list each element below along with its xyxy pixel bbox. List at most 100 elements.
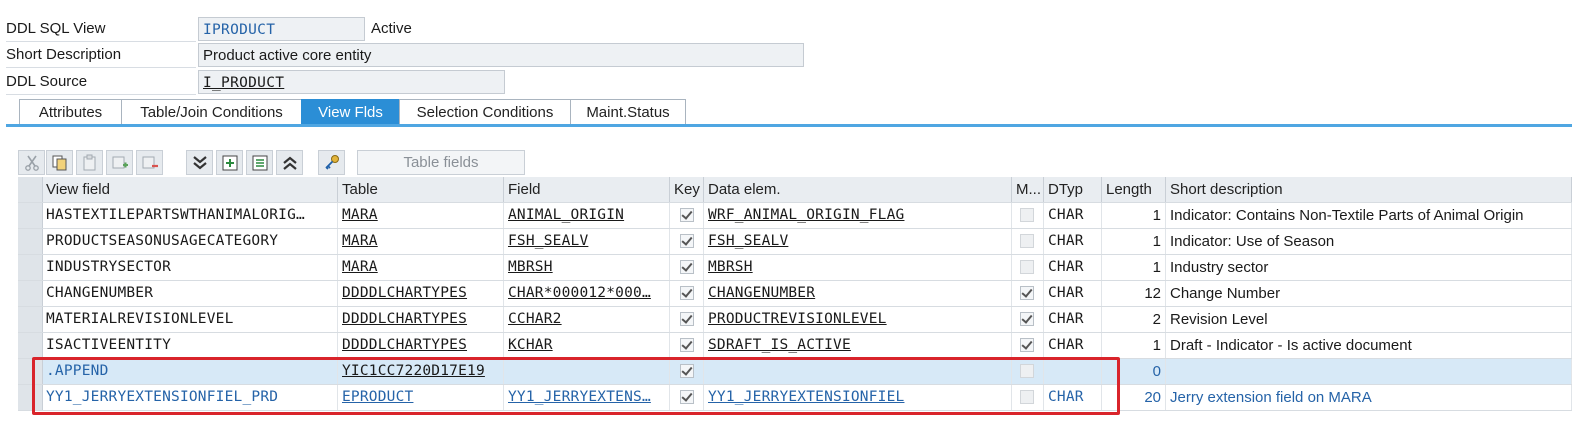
cell-view-field[interactable]: MATERIALREVISIONLEVEL bbox=[42, 307, 338, 332]
table-row[interactable]: CHANGENUMBER DDDDLCHARTYPES CHAR*000012*00… bbox=[18, 281, 1572, 307]
cell-table[interactable]: MARA bbox=[338, 203, 504, 228]
field-link[interactable]: CCHAR2 bbox=[508, 311, 562, 327]
cell-key bbox=[670, 281, 704, 306]
table-link[interactable]: MARA bbox=[342, 207, 378, 223]
cell-data-element[interactable]: WRF_ANIMAL_ORIGIN_FLAG bbox=[704, 203, 1012, 228]
cell-view-field[interactable]: CHANGENUMBER bbox=[42, 281, 338, 306]
cut-icon[interactable] bbox=[18, 150, 45, 175]
select-all-cell[interactable] bbox=[18, 177, 43, 202]
key-checkbox[interactable] bbox=[680, 286, 694, 300]
table-link[interactable]: DDDDLCHARTYPES bbox=[342, 311, 467, 327]
key-checkbox[interactable] bbox=[680, 312, 694, 326]
col-key[interactable]: Key bbox=[670, 177, 704, 202]
table-fields-button[interactable]: Table fields bbox=[357, 150, 525, 175]
table-row[interactable]: MATERIALREVISIONLEVEL DDDDLCHARTYPES CCHAR… bbox=[18, 307, 1572, 333]
copy-icon[interactable] bbox=[46, 150, 73, 175]
table-link[interactable]: MARA bbox=[342, 259, 378, 275]
field-link[interactable]: CHAR*000012*000… bbox=[508, 285, 651, 301]
cell-field[interactable]: FSH_SEALV bbox=[504, 229, 670, 254]
mandatory-checkbox[interactable] bbox=[1020, 338, 1034, 352]
cell-data-element[interactable]: FSH_SEALV bbox=[704, 229, 1012, 254]
row-selector[interactable] bbox=[18, 255, 43, 280]
cell-field[interactable]: KCHAR bbox=[504, 333, 670, 358]
cell-table[interactable]: MARA bbox=[338, 229, 504, 254]
collapse-all-icon[interactable] bbox=[186, 150, 213, 175]
key-icon[interactable] bbox=[318, 150, 345, 175]
delete-row-icon[interactable] bbox=[136, 150, 163, 175]
tab-attributes[interactable]: Attributes bbox=[19, 99, 122, 125]
table-row[interactable]: PRODUCTSEASONUSAGECATEGORY MARA FSH_SEALV F… bbox=[18, 229, 1572, 255]
col-dtyp[interactable]: DTyp bbox=[1044, 177, 1102, 202]
cell-field[interactable]: ANIMAL_ORIGIN bbox=[504, 203, 670, 228]
field-link[interactable]: KCHAR bbox=[508, 337, 553, 353]
key-checkbox[interactable] bbox=[680, 208, 694, 222]
mandatory-checkbox[interactable] bbox=[1020, 260, 1034, 274]
row-selector[interactable] bbox=[18, 281, 43, 306]
tab-maint-status[interactable]: Maint.Status bbox=[570, 99, 686, 125]
cell-table[interactable]: DDDDLCHARTYPES bbox=[338, 281, 504, 306]
data-element-link[interactable]: MBRSH bbox=[708, 259, 753, 275]
cell-view-field[interactable]: INDUSTRYSECTOR bbox=[42, 255, 338, 280]
tab-selection-conditions[interactable]: Selection Conditions bbox=[399, 99, 571, 125]
key-checkbox[interactable] bbox=[680, 234, 694, 248]
mandatory-checkbox[interactable] bbox=[1020, 286, 1034, 300]
table-link[interactable]: DDDDLCHARTYPES bbox=[342, 285, 467, 301]
cell-view-field[interactable]: HASTEXTILEPARTSWTHANIMALORIG… bbox=[42, 203, 338, 228]
table-row[interactable]: HASTEXTILEPARTSWTHANIMALORIG… MARA ANIMAL_… bbox=[18, 203, 1572, 229]
data-element-link[interactable]: CHANGENUMBER bbox=[708, 285, 815, 301]
table-link[interactable]: MARA bbox=[342, 233, 378, 249]
table-link[interactable]: DDDDLCHARTYPES bbox=[342, 337, 467, 353]
key-checkbox[interactable] bbox=[680, 260, 694, 274]
cell-data-element[interactable]: SDRAFT_IS_ACTIVE bbox=[704, 333, 1012, 358]
field-link[interactable]: ANIMAL_ORIGIN bbox=[508, 207, 624, 223]
select-block-icon[interactable] bbox=[246, 150, 273, 175]
cell-field[interactable]: CHAR*000012*000… bbox=[504, 281, 670, 306]
cell-data-element[interactable]: PRODUCTREVISIONLEVEL bbox=[704, 307, 1012, 332]
expand-all-icon[interactable] bbox=[276, 150, 303, 175]
cell-field[interactable]: CCHAR2 bbox=[504, 307, 670, 332]
cell-table[interactable]: DDDDLCHARTYPES bbox=[338, 307, 504, 332]
cell-view-field[interactable]: PRODUCTSEASONUSAGECATEGORY bbox=[42, 229, 338, 254]
row-selector[interactable] bbox=[18, 307, 43, 332]
tab-view-fields[interactable]: View Flds bbox=[301, 99, 400, 125]
cell-data-element[interactable]: MBRSH bbox=[704, 255, 1012, 280]
ddl-source-link[interactable]: I_PRODUCT bbox=[203, 75, 284, 91]
cell-field[interactable]: MBRSH bbox=[504, 255, 670, 280]
data-element-link[interactable]: WRF_ANIMAL_ORIGIN_FLAG bbox=[708, 207, 904, 223]
row-selector[interactable] bbox=[18, 333, 43, 358]
paste-icon[interactable] bbox=[76, 150, 103, 175]
insert-row-icon[interactable] bbox=[106, 150, 133, 175]
col-view-field[interactable]: View field bbox=[42, 177, 338, 202]
col-data-element[interactable]: Data elem. bbox=[704, 177, 1012, 202]
col-mandatory[interactable]: M... bbox=[1012, 177, 1044, 202]
data-element-link[interactable]: FSH_SEALV bbox=[708, 233, 788, 249]
cell-length: 12 bbox=[1102, 281, 1166, 306]
table-row[interactable]: INDUSTRYSECTOR MARA MBRSH MBRSH CHAR 1 Industr… bbox=[18, 255, 1572, 281]
highlight-box bbox=[32, 357, 1120, 415]
cell-table[interactable]: DDDDLCHARTYPES bbox=[338, 333, 504, 358]
key-checkbox[interactable] bbox=[680, 338, 694, 352]
row-selector[interactable] bbox=[18, 229, 43, 254]
cell-data-element[interactable]: CHANGENUMBER bbox=[704, 281, 1012, 306]
col-short-description[interactable]: Short description bbox=[1166, 177, 1572, 202]
sql-view-field[interactable]: IPRODUCT bbox=[198, 17, 365, 41]
col-field[interactable]: Field bbox=[504, 177, 670, 202]
col-table[interactable]: Table bbox=[338, 177, 504, 202]
tab-table-join-conditions[interactable]: Table/Join Conditions bbox=[121, 99, 302, 125]
field-link[interactable]: FSH_SEALV bbox=[508, 233, 588, 249]
cell-view-field[interactable]: ISACTIVEENTITY bbox=[42, 333, 338, 358]
col-length[interactable]: Length bbox=[1102, 177, 1166, 202]
data-element-link[interactable]: SDRAFT_IS_ACTIVE bbox=[708, 337, 851, 353]
mandatory-checkbox[interactable] bbox=[1020, 208, 1034, 222]
short-description-field[interactable]: Product active core entity bbox=[198, 43, 804, 67]
field-link[interactable]: MBRSH bbox=[508, 259, 553, 275]
data-element-link[interactable]: PRODUCTREVISIONLEVEL bbox=[708, 311, 887, 327]
table-row[interactable]: ISACTIVEENTITY DDDDLCHARTYPES KCHAR SDRAFT_… bbox=[18, 333, 1572, 359]
ddl-source-field[interactable]: I_PRODUCT bbox=[198, 70, 505, 94]
expand-icon[interactable] bbox=[216, 150, 243, 175]
mandatory-checkbox[interactable] bbox=[1020, 312, 1034, 326]
cell-table[interactable]: MARA bbox=[338, 255, 504, 280]
row-selector[interactable] bbox=[18, 203, 43, 228]
mandatory-checkbox[interactable] bbox=[1020, 234, 1034, 248]
cell-short-description: Change Number bbox=[1166, 281, 1572, 306]
